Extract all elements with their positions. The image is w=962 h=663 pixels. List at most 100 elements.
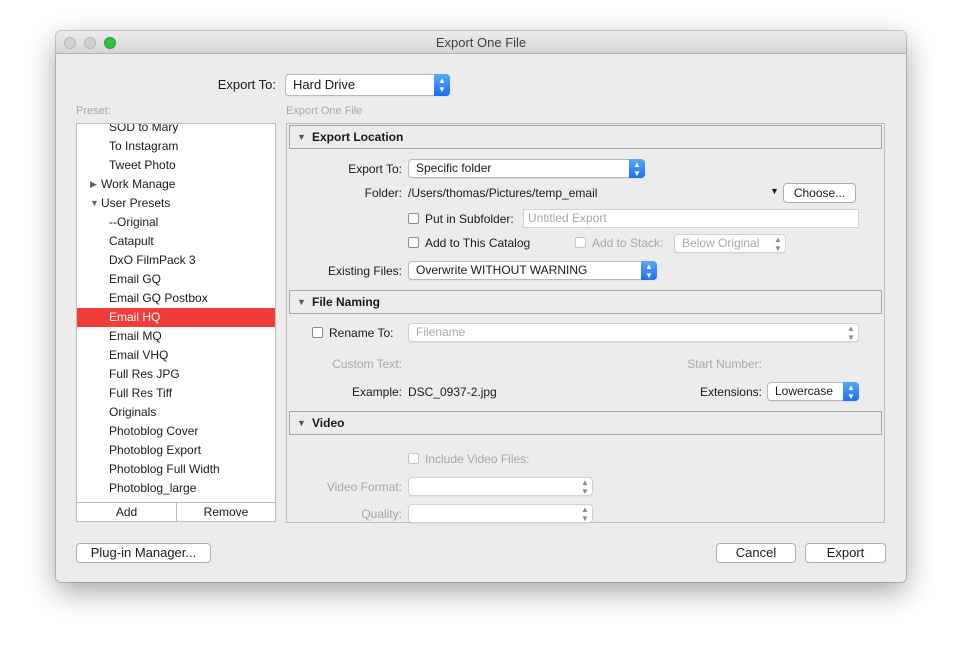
existing-files-label: Existing Files: [327,264,402,278]
add-to-catalog-checkbox[interactable] [408,237,419,248]
preset-item[interactable]: Photoblog Full Width [77,460,275,479]
preset-folder-work-manage[interactable]: ▶ Work Manage [77,175,275,194]
preset-folder-label: Work Manage [101,177,176,191]
main-caption: Export One File [286,105,363,117]
example-label: Example: [351,385,402,399]
export-location-popup[interactable]: Specific folder ▲ ▼ [408,159,645,178]
preset-item[interactable]: Email VHQ [77,346,275,365]
quality-popup[interactable]: ▲ ▼ [408,504,593,523]
subfolder-checkbox[interactable] [408,213,419,224]
popup-arrows-icon: ▲ ▼ [434,74,450,96]
preset-item-label: Originals [109,405,157,419]
disclosure-down-icon[interactable]: ▼ [90,194,99,213]
preset-item[interactable]: Catapult [77,232,275,251]
preset-folder-label: User Presets [101,196,171,210]
folder-history-dropdown-icon[interactable]: ▼ [770,186,779,196]
popup-arrows-icon: ▲ ▼ [847,324,855,342]
preset-item-label: Photoblog Cover [109,424,199,438]
disclosure-down-icon[interactable]: ▼ [297,412,306,434]
preset-item[interactable]: Full Res JPG [77,365,275,384]
preset-item[interactable]: Photoblog_large [77,479,275,498]
preset-item-label: Email HQ [109,310,161,324]
preset-item[interactable]: To Instagram [77,137,275,156]
preset-list[interactable]: SOD to Mary To Instagram Tweet Photo ▶ Wo… [76,123,276,503]
export-destination-value: Hard Drive [293,77,356,92]
preset-item-label: Email VHQ [109,348,169,362]
preset-item[interactable]: Originals [77,403,275,422]
extensions-popup[interactable]: Lowercase ▲ ▼ [767,382,859,401]
rename-template-popup[interactable]: Filename ▲ ▼ [408,323,859,342]
preset-item-selected[interactable]: Email HQ [77,308,275,327]
popup-arrows-icon: ▲ ▼ [581,478,589,496]
file-naming-header[interactable]: ▼ File Naming [289,290,882,314]
preset-folder-user-presets[interactable]: ▼ User Presets [77,194,275,213]
preset-item[interactable]: Email GQ [77,270,275,289]
plugin-manager-button[interactable]: Plug-in Manager... [76,543,211,563]
rename-checkbox[interactable] [312,327,323,338]
export-location-header[interactable]: ▼ Export Location [289,125,882,149]
subfolder-placeholder: Untitled Export [528,211,607,225]
preset-item[interactable]: Tweet Photo [77,156,275,175]
quality-label: Quality: [361,507,402,521]
preset-add-button[interactable]: Add [76,502,177,522]
minimize-window-button[interactable] [84,37,96,49]
disclosure-down-icon[interactable]: ▼ [297,126,306,148]
preset-item[interactable]: DxO FilmPack 3 [77,251,275,270]
preset-item[interactable]: Email GQ Postbox [77,289,275,308]
preset-remove-button[interactable]: Remove [176,502,276,522]
rename-template-value: Filename [416,325,466,339]
zoom-window-button[interactable] [104,37,116,49]
preset-item-label: Catapult [109,234,154,248]
disclosure-down-icon[interactable]: ▼ [297,291,306,313]
preset-item-label: Tweet Photo [109,158,176,172]
add-to-stack-label: Add to Stack: [592,236,664,250]
preset-item[interactable]: Full Res Tiff [77,384,275,403]
preset-item[interactable]: SOD to Mary [77,124,275,137]
preset-item-label: Email MQ [109,329,162,343]
preset-item-label: Full Res JPG [109,367,180,381]
preset-item[interactable]: Photoblog Export [77,441,275,460]
video-header[interactable]: ▼ Video [289,411,882,435]
stack-position-value: Below Original [682,236,760,250]
window-title: Export One File [435,35,527,50]
export-destination-popup[interactable]: Hard Drive ▲ ▼ [285,74,450,96]
choose-button-label: Choose... [793,186,846,200]
video-format-label: Video Format: [326,480,402,494]
subfolder-label: Put in Subfolder: [425,212,514,226]
folder-label: Folder: [364,186,402,200]
preset-item[interactable]: --Original [77,213,275,232]
add-to-stack-checkbox[interactable] [575,237,586,248]
preset-item-label: Photoblog Export [109,443,202,457]
preset-item[interactable]: Photoblog Cover [77,422,275,441]
preset-item-label: Photoblog_large [109,481,197,495]
preset-item-label: To Instagram [109,139,179,153]
popup-arrows-icon: ▲ ▼ [774,235,782,253]
title-bar: Export One File [56,31,906,54]
section-title: File Naming [312,295,381,309]
preset-item-label: Email GQ Postbox [109,291,208,305]
close-window-button[interactable] [64,37,76,49]
cancel-label: Cancel [735,545,777,560]
disclosure-right-icon[interactable]: ▶ [90,175,97,194]
popup-arrows-icon: ▲ ▼ [581,505,589,523]
preset-item-label: --Original [109,215,159,229]
popup-arrows-icon: ▲ ▼ [629,159,645,178]
choose-folder-button[interactable]: Choose... [783,183,856,203]
video-format-popup[interactable]: ▲ ▼ [408,477,593,496]
popup-arrows-icon: ▲ ▼ [843,382,859,401]
include-video-checkbox[interactable] [408,453,419,464]
rename-label: Rename To: [329,326,394,340]
plugin-manager-label: Plug-in Manager... [90,545,197,560]
section-title: Export Location [312,130,404,144]
cancel-button[interactable]: Cancel [716,543,796,563]
start-number-label: Start Number: [687,357,762,371]
preset-item[interactable]: Email MQ [77,327,275,346]
include-video-label: Include Video Files: [425,452,530,466]
preset-item-label: Email GQ [109,272,162,286]
subfolder-input[interactable]: Untitled Export [523,209,859,228]
export-button[interactable]: Export [805,543,886,563]
example-value: DSC_0937-2.jpg [408,385,497,399]
stack-position-popup[interactable]: Below Original ▲ ▼ [674,234,786,253]
preset-item-label: Photoblog Full Width [109,462,220,476]
existing-files-popup[interactable]: Overwrite WITHOUT WARNING ▲ ▼ [408,261,657,280]
